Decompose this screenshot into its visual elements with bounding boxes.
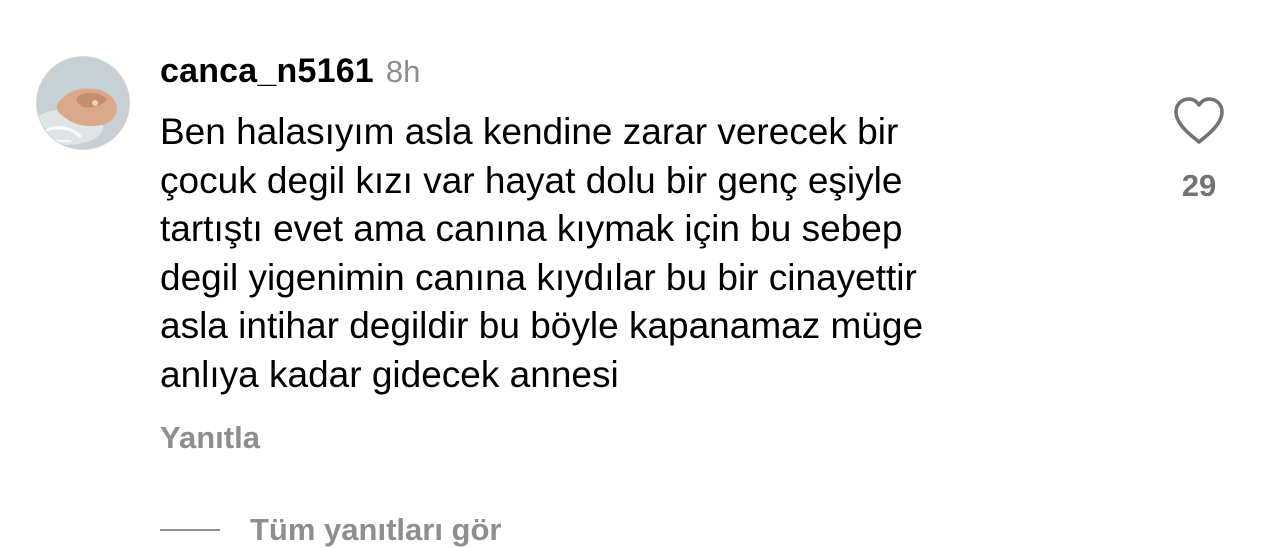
avatar-photo-icon <box>37 57 129 149</box>
reply-button[interactable]: Yanıtla <box>160 420 260 456</box>
comment-text-line: degil yigenimin canına kıydılar bu bir c… <box>160 256 917 298</box>
comment-item: canca_n5161 8h Ben halasıyım asla kendin… <box>0 0 1284 547</box>
comment-text-line: çocuk degil kızı var hayat dolu bir genç… <box>160 159 903 201</box>
comment-text-line: anlıya kadar gidecek annesi <box>160 353 619 395</box>
avatar[interactable] <box>36 56 130 150</box>
heart-outline-icon <box>1174 97 1224 144</box>
comment-text-line: Ben halasıyım asla kendine zarar verecek… <box>160 111 899 152</box>
like-button[interactable] <box>1172 96 1226 146</box>
username-link[interactable]: canca_n5161 <box>160 52 374 91</box>
view-replies-label: Tüm yanıtları gör <box>250 512 502 547</box>
comment-text-line: tartıştı evet ama canına kıymak için bu … <box>160 208 903 249</box>
comment-text-line: asla intihar degildir bu böyle kapanamaz… <box>160 305 924 346</box>
comment-header: canca_n5161 8h <box>160 52 420 96</box>
like-count: 29 <box>1181 168 1217 203</box>
comment-text: Ben halasıyım asla kendine zarar verecek… <box>160 108 1120 399</box>
timestamp: 8h <box>385 54 421 89</box>
replies-divider <box>160 529 220 531</box>
view-replies-button[interactable]: Tüm yanıtları gör <box>160 512 501 548</box>
